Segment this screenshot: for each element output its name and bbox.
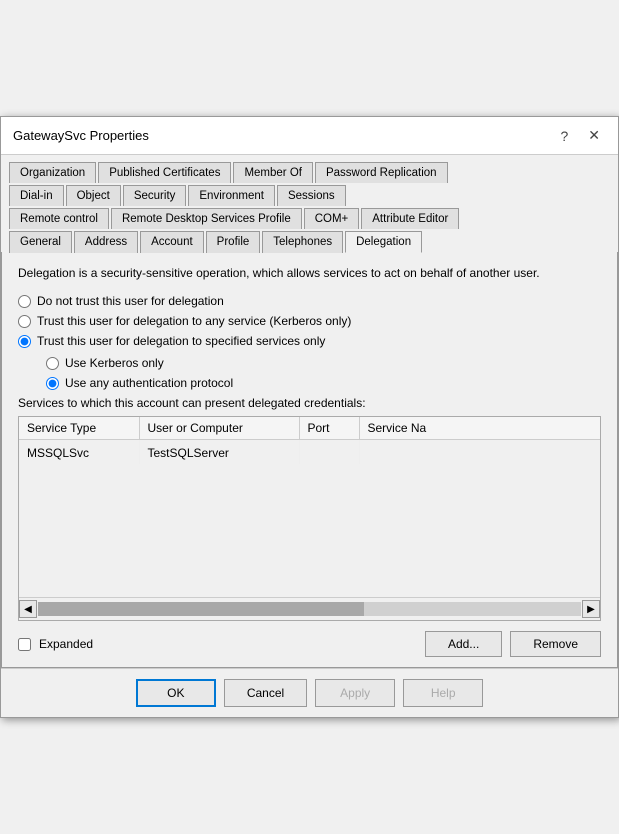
radio-option-3[interactable]: Trust this user for delegation to specif… xyxy=(18,334,601,348)
tab-row-3: Remote control Remote Desktop Services P… xyxy=(9,207,610,228)
tab-sessions[interactable]: Sessions xyxy=(277,185,346,206)
col-service-type: Service Type xyxy=(19,417,139,440)
tab-row-4: General Address Account Profile Telephon… xyxy=(9,230,610,252)
delegation-sub-radio-group: Use Kerberos only Use any authentication… xyxy=(46,356,601,390)
tab-com[interactable]: COM+ xyxy=(304,208,360,229)
tab-environment[interactable]: Environment xyxy=(188,185,275,206)
tab-row-2: Dial-in Object Security Environment Sess… xyxy=(9,184,610,205)
services-table-container[interactable]: Service Type User or Computer Port Servi… xyxy=(19,417,600,597)
sub-radio-any-auth[interactable]: Use any authentication protocol xyxy=(46,376,601,390)
expanded-checkbox[interactable] xyxy=(18,638,31,651)
radio-kerberos-only[interactable] xyxy=(46,357,59,370)
table-row[interactable]: MSSQLSvc TestSQLServer xyxy=(19,440,600,465)
remove-button[interactable]: Remove xyxy=(510,631,601,657)
delegation-description: Delegation is a security-sensitive opera… xyxy=(18,264,601,282)
help-title-button[interactable]: ? xyxy=(554,126,574,146)
col-user-computer: User or Computer xyxy=(139,417,299,440)
cell-user-computer: TestSQLServer xyxy=(139,440,299,465)
tab-general[interactable]: General xyxy=(9,231,72,253)
tab-organization[interactable]: Organization xyxy=(9,162,96,183)
radio-option-1[interactable]: Do not trust this user for delegation xyxy=(18,294,601,308)
expanded-row: Expanded xyxy=(18,637,93,651)
horizontal-scrollbar[interactable]: ◀ ▶ xyxy=(19,597,600,620)
btn-row: Add... Remove xyxy=(425,631,601,657)
add-button[interactable]: Add... xyxy=(425,631,502,657)
radio-any-service[interactable] xyxy=(18,315,31,328)
title-bar-buttons: ? ✕ xyxy=(554,125,606,146)
radio-no-trust[interactable] xyxy=(18,295,31,308)
delegation-radio-group: Do not trust this user for delegation Tr… xyxy=(18,294,601,348)
tab-dial-in[interactable]: Dial-in xyxy=(9,185,64,206)
radio-specified-services[interactable] xyxy=(18,335,31,348)
tab-password-replication[interactable]: Password Replication xyxy=(315,162,448,183)
services-table: Service Type User or Computer Port Servi… xyxy=(19,417,600,464)
expanded-label: Expanded xyxy=(39,637,93,651)
cancel-button[interactable]: Cancel xyxy=(224,679,307,707)
tab-telephones[interactable]: Telephones xyxy=(262,231,343,253)
radio-any-auth[interactable] xyxy=(46,377,59,390)
tab-member-of[interactable]: Member Of xyxy=(233,162,313,183)
dialog-footer: OK Cancel Apply Help xyxy=(1,668,618,717)
dialog-window: GatewaySvc Properties ? ✕ Organization P… xyxy=(0,116,619,718)
cell-service-name xyxy=(359,440,600,465)
col-port: Port xyxy=(299,417,359,440)
ok-button[interactable]: OK xyxy=(136,679,216,707)
radio-option-2[interactable]: Trust this user for delegation to any se… xyxy=(18,314,601,328)
col-service-name: Service Na xyxy=(359,417,600,440)
dialog-title: GatewaySvc Properties xyxy=(13,128,149,143)
tab-profile[interactable]: Profile xyxy=(206,231,261,253)
close-title-button[interactable]: ✕ xyxy=(582,125,606,146)
scroll-left-arrow[interactable]: ◀ xyxy=(19,600,37,618)
services-label: Services to which this account can prese… xyxy=(18,396,601,410)
tab-content-delegation: Delegation is a security-sensitive opera… xyxy=(1,252,618,668)
tab-delegation[interactable]: Delegation xyxy=(345,231,422,253)
tab-published-certs[interactable]: Published Certificates xyxy=(98,162,231,183)
cell-service-type: MSSQLSvc xyxy=(19,440,139,465)
tab-object[interactable]: Object xyxy=(66,185,121,206)
scroll-track[interactable] xyxy=(38,602,581,616)
tab-remote-control[interactable]: Remote control xyxy=(9,208,109,229)
tab-address[interactable]: Address xyxy=(74,231,138,253)
cell-port xyxy=(299,440,359,465)
tab-rdp[interactable]: Remote Desktop Services Profile xyxy=(111,208,302,229)
scroll-right-arrow[interactable]: ▶ xyxy=(582,600,600,618)
tab-attribute-editor[interactable]: Attribute Editor xyxy=(361,208,459,229)
help-footer-button[interactable]: Help xyxy=(403,679,483,707)
title-bar: GatewaySvc Properties ? ✕ xyxy=(1,117,618,155)
services-table-outer: Service Type User or Computer Port Servi… xyxy=(18,416,601,621)
tab-security[interactable]: Security xyxy=(123,185,187,206)
apply-button[interactable]: Apply xyxy=(315,679,395,707)
tabs-container: Organization Published Certificates Memb… xyxy=(1,155,618,252)
sub-radio-kerberos[interactable]: Use Kerberos only xyxy=(46,356,601,370)
tab-account[interactable]: Account xyxy=(140,231,204,253)
tab-row-1: Organization Published Certificates Memb… xyxy=(9,161,610,182)
